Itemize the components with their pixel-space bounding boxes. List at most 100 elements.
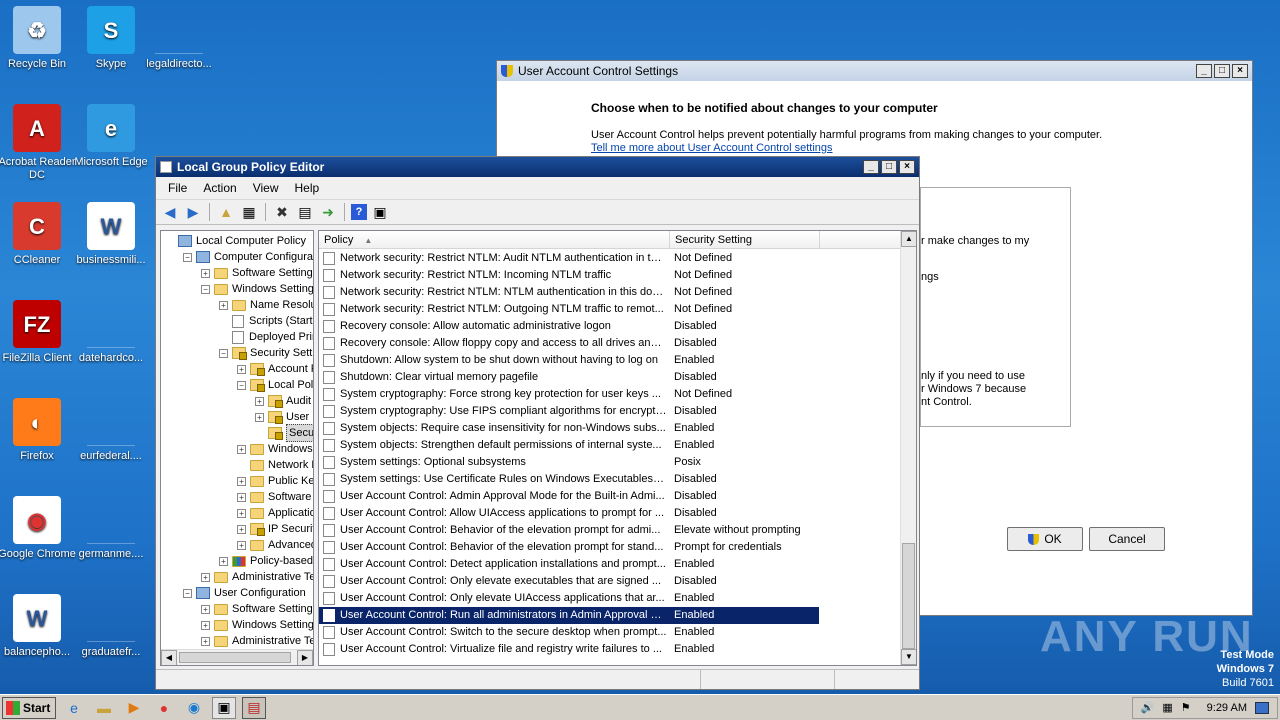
expand-icon[interactable]: + (237, 364, 246, 374)
desktop-icon[interactable]: ◉ Google Chrome (0, 496, 76, 561)
start-button[interactable]: Start (2, 696, 56, 719)
tree-item[interactable]: Securit (255, 424, 313, 442)
tree-item[interactable]: + Software R (237, 489, 313, 505)
policy-row[interactable]: System objects: Strengthen default permi… (319, 437, 819, 454)
minimize-button[interactable]: _ (1196, 64, 1212, 78)
policy-row[interactable]: Network security: Restrict NTLM: Audit N… (319, 250, 819, 267)
policy-list[interactable]: Policy ▲ Security Setting Network securi… (318, 230, 917, 666)
collapse-icon[interactable]: − (201, 284, 210, 294)
expand-icon[interactable]: + (201, 620, 210, 630)
expand-icon[interactable]: + (237, 492, 246, 502)
desktop-icon[interactable]: Wbusinessmili... (72, 202, 150, 267)
minimize-button[interactable]: _ (863, 160, 879, 174)
policy-row[interactable]: Shutdown: Allow system to be shut down w… (319, 352, 819, 369)
remote-desktop-icon[interactable]: ▣ (212, 696, 236, 719)
expand-icon[interactable]: + (237, 444, 246, 454)
chrome-icon[interactable]: ● (152, 697, 176, 719)
policy-row[interactable]: User Account Control: Run all administra… (319, 607, 819, 624)
menu-file[interactable]: File (160, 181, 195, 195)
cancel-button[interactable]: Cancel (1089, 527, 1165, 551)
policy-row[interactable]: Network security: Restrict NTLM: Outgoin… (319, 301, 819, 318)
tree-item[interactable]: Network Lis (237, 457, 313, 473)
expand-icon[interactable]: + (237, 524, 246, 534)
tree-item[interactable]: + Windows Settings (201, 617, 313, 633)
scroll-left-arrow[interactable]: ◀ (161, 650, 177, 665)
gpe-titlebar[interactable]: Local Group Policy Editor _ □ × (156, 157, 919, 177)
expand-icon[interactable]: + (219, 300, 228, 310)
policy-row[interactable]: System settings: Optional subsystems Posi… (319, 454, 819, 471)
policy-row[interactable]: Recovery console: Allow floppy copy and … (319, 335, 819, 352)
tree-item[interactable]: Local Computer Policy (165, 233, 306, 249)
policy-row[interactable]: User Account Control: Switch to the secu… (319, 624, 819, 641)
media-player-icon[interactable]: ▶ (122, 697, 146, 719)
collapse-icon[interactable]: − (183, 252, 192, 262)
column-header-security-setting[interactable]: Security Setting (670, 231, 820, 249)
tree-item[interactable]: Scripts (Startup (219, 313, 313, 329)
tree-item[interactable]: − Windows Settings (201, 281, 313, 297)
scroll-thumb[interactable] (902, 543, 915, 649)
policy-row[interactable]: System settings: Use Certificate Rules o… (319, 471, 819, 488)
tree-item[interactable]: + IP Security (237, 521, 313, 537)
ie-icon[interactable]: e (62, 697, 86, 719)
clock[interactable]: 9:29 AM (1207, 702, 1247, 714)
uac-learn-more-link[interactable]: Tell me more about User Account Control … (591, 142, 833, 154)
desktop-icon[interactable]: graduatefr... (72, 594, 150, 659)
policy-row[interactable]: User Account Control: Only elevate execu… (319, 573, 819, 590)
tree-item[interactable]: + Public Key I (237, 473, 313, 489)
tree-item[interactable]: + Administrative Tem (201, 569, 313, 585)
tree-item[interactable]: + Software Settings (201, 265, 313, 281)
scroll-down-arrow[interactable]: ▼ (901, 649, 916, 665)
policy-row[interactable]: Shutdown: Clear virtual memory pagefile D… (319, 369, 819, 386)
expand-icon[interactable]: + (219, 556, 228, 566)
expand-icon[interactable]: + (201, 572, 210, 582)
policy-row[interactable]: User Account Control: Behavior of the el… (319, 539, 819, 556)
uac-titlebar[interactable]: User Account Control Settings _ □ × (497, 61, 1252, 81)
desktop-icon[interactable]: A Acrobat Reader DC (0, 104, 76, 182)
policy-row[interactable]: System objects: Require case insensitivi… (319, 420, 819, 437)
policy-row[interactable]: User Account Control: Allow UIAccess app… (319, 505, 819, 522)
desktop-icon[interactable]: Wbalancepho... (0, 594, 76, 659)
explorer-icon[interactable]: ▬ (92, 697, 116, 719)
expand-icon[interactable]: + (237, 476, 246, 486)
tree-item[interactable]: − Local Policie (237, 377, 313, 393)
desktop-icon[interactable]: S Skype (72, 6, 150, 71)
desktop-icon[interactable]: legaldirecto... (140, 6, 218, 71)
network-icon[interactable]: ▦ (1162, 701, 1172, 714)
edge-icon[interactable]: ◉ (182, 697, 206, 719)
tree-item[interactable]: + Software Settings (201, 601, 313, 617)
show-desktop-icon[interactable] (1255, 701, 1269, 714)
help-icon[interactable]: ? (351, 204, 367, 220)
tree-item[interactable]: + Administrative Tem (201, 633, 313, 649)
policy-row[interactable]: User Account Control: Admin Approval Mod… (319, 488, 819, 505)
menu-help[interactable]: Help (287, 181, 328, 195)
expand-icon[interactable]: + (201, 604, 210, 614)
policy-row[interactable]: Network security: Restrict NTLM: Incomin… (319, 267, 819, 284)
expand-icon[interactable]: + (237, 508, 246, 518)
column-header-policy[interactable]: Policy ▲ (319, 231, 670, 249)
desktop-icon[interactable]: e Microsoft Edge (72, 104, 150, 169)
tree-item[interactable]: + Application (237, 505, 313, 521)
view-icon[interactable]: ▣ (370, 202, 390, 222)
tree-item[interactable]: − Computer Configuratio (183, 249, 313, 265)
back-arrow-icon[interactable]: ◀ (160, 202, 180, 222)
menu-view[interactable]: View (245, 181, 287, 195)
scroll-right-arrow[interactable]: ▶ (297, 650, 313, 665)
tree-item[interactable]: + Windows F (237, 441, 313, 457)
expand-icon[interactable]: + (201, 636, 210, 646)
desktop-icon[interactable]: datehardco... (72, 300, 150, 365)
policy-row[interactable]: User Account Control: Behavior of the el… (319, 522, 819, 539)
policy-vscrollbar[interactable]: ▲ ▼ (900, 231, 916, 665)
collapse-icon[interactable]: − (183, 588, 192, 598)
policy-row[interactable]: User Account Control: Only elevate UIAcc… (319, 590, 819, 607)
export-list-icon[interactable]: ➜ (318, 202, 338, 222)
tree-item[interactable]: − User Configuration (183, 585, 306, 601)
desktop-icon[interactable]: germanme.... (72, 496, 150, 561)
properties-icon[interactable]: ▤ (295, 202, 315, 222)
policy-row[interactable]: System cryptography: Use FIPS compliant … (319, 403, 819, 420)
volume-icon[interactable]: 🔊 (1141, 701, 1155, 714)
flag-icon[interactable]: ⚑ (1181, 701, 1191, 714)
group-policy-icon[interactable]: ▤ (242, 696, 266, 719)
scroll-up-arrow[interactable]: ▲ (901, 231, 916, 247)
collapse-icon[interactable]: − (237, 380, 246, 390)
tree-item[interactable]: + User Ri (255, 409, 313, 425)
